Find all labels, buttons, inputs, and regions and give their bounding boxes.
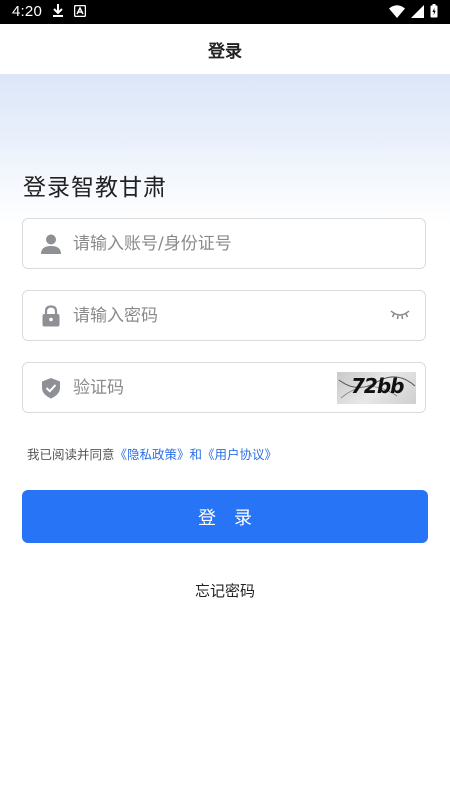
- notification-a-icon: [74, 5, 86, 17]
- status-time: 4:20: [12, 3, 42, 20]
- nav-bar: 登录: [0, 24, 450, 74]
- page-title: 登录: [208, 41, 242, 62]
- login-button[interactable]: 登 录: [22, 490, 428, 543]
- wifi-icon: [389, 4, 405, 18]
- captcha-code: 72bb: [351, 374, 404, 398]
- lock-icon: [42, 305, 60, 327]
- password-field[interactable]: [22, 290, 426, 341]
- app-heading: 登录智教甘肃: [23, 175, 167, 201]
- agreement-text: 我已阅读并同意《隐私政策》和《用户协议》: [27, 444, 277, 463]
- account-input[interactable]: [73, 219, 373, 268]
- eye-closed-icon[interactable]: [389, 308, 411, 322]
- captcha-input[interactable]: [73, 363, 313, 412]
- password-input[interactable]: [73, 291, 373, 340]
- user-icon: [41, 234, 61, 254]
- privacy-policy-link[interactable]: 《隐私政策》: [115, 447, 190, 462]
- agreement-prefix: 我已阅读并同意: [27, 447, 115, 462]
- account-field[interactable]: [22, 218, 426, 269]
- status-left-icons: [52, 4, 86, 18]
- status-bar: 4:20: [0, 0, 450, 24]
- download-icon: [53, 4, 63, 17]
- captcha-field[interactable]: 72bb: [22, 362, 426, 413]
- agreement-joiner: 和: [189, 447, 203, 462]
- battery-icon: [430, 4, 438, 18]
- forgot-password-link[interactable]: 忘记密码: [0, 580, 450, 601]
- captcha-image[interactable]: 72bb: [337, 372, 416, 404]
- user-agreement-link[interactable]: 《用户协议》: [202, 447, 277, 462]
- shield-icon: [42, 378, 60, 399]
- status-right-icons: [389, 4, 438, 18]
- signal-icon: [411, 4, 424, 18]
